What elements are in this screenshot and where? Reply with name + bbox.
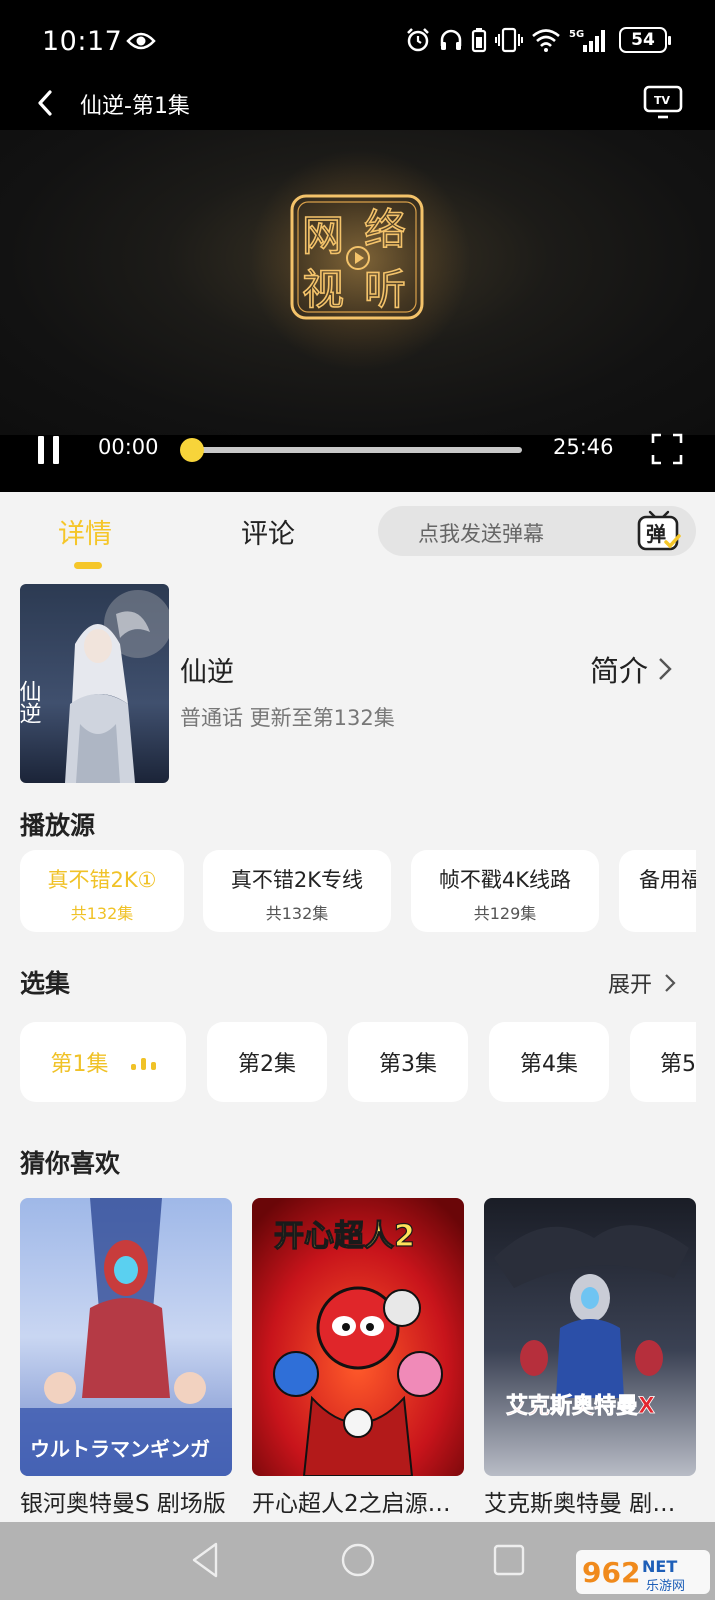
- episode-item[interactable]: 第1集: [20, 1022, 186, 1102]
- episode-item[interactable]: 第3集: [348, 1022, 468, 1102]
- system-icons: 5G 54: [405, 27, 671, 53]
- current-time: 00:00: [98, 435, 159, 459]
- detail-tabs: 详情 评论 点我发送弹幕 弹: [0, 492, 715, 570]
- poster-title-text: 仙逆: [20, 680, 42, 724]
- source-count: 共132集: [265, 904, 329, 923]
- source-list: 真不错2K① 共132集 真不错2K专线 共132集 帧不戳4K线路 共129集…: [20, 850, 696, 932]
- chevron-right-icon: [665, 974, 676, 992]
- headphones-icon: [440, 29, 462, 50]
- logo-char-1: 网: [302, 211, 344, 260]
- recommend-title-text: 银河奥特曼S 剧场版: [20, 1491, 226, 1517]
- watermark-sub: 乐游网: [646, 1579, 685, 1594]
- logo-char-3: 视: [302, 265, 344, 314]
- show-poster[interactable]: 仙逆: [20, 584, 169, 783]
- tab-details[interactable]: 详情: [58, 512, 112, 551]
- episode-label: 第2集: [238, 1052, 296, 1077]
- recommend-poster[interactable]: ウルトラマンギンガ: [20, 1198, 232, 1476]
- tab-comments[interactable]: 评论: [241, 512, 295, 551]
- video-title: 仙逆-第1集: [80, 94, 190, 119]
- episode-label: 第5集: [660, 1052, 696, 1077]
- source-count: 共132集: [70, 904, 134, 923]
- expand-label: 展开: [608, 973, 653, 998]
- battery-saver-icon: [471, 28, 487, 53]
- source-item[interactable]: 真不错2K① 共132集: [20, 850, 184, 932]
- alarm-icon: [407, 28, 429, 52]
- chevron-right-icon: [659, 658, 672, 680]
- watermark-domain: NET: [642, 1557, 677, 1576]
- source-count: 共129集: [473, 904, 537, 923]
- episode-item[interactable]: 第4集: [489, 1022, 609, 1102]
- source-count: 共: [639, 900, 696, 924]
- recommend-item[interactable]: 开心超人2 开心超人2之启源星之战: [252, 1198, 464, 1518]
- fullscreen-icon[interactable]: [651, 433, 683, 465]
- vibrate-icon: [495, 27, 523, 53]
- poster-caption: 艾克斯奥特曼X: [506, 1393, 655, 1419]
- battery-level: 54: [631, 30, 655, 50]
- source-item[interactable]: 备用福 共: [619, 850, 696, 932]
- progress-bar[interactable]: [180, 438, 522, 462]
- logo-char-2: 络: [364, 205, 406, 254]
- show-title: 仙逆: [180, 657, 234, 688]
- source-name: 真不错2K①: [47, 868, 157, 892]
- nav-home-icon[interactable]: [340, 1542, 376, 1578]
- episode-label: 第1集: [50, 1052, 109, 1077]
- episode-list: 第1集 第2集 第3集 第4集 第5集: [20, 1022, 696, 1102]
- source-name: 真不错2K专线: [230, 868, 364, 892]
- nav-back-icon[interactable]: [190, 1542, 220, 1578]
- broadcast-logo-icon: 网 络 视 听: [290, 194, 424, 320]
- watermark-number: 962: [582, 1556, 640, 1589]
- pause-icon[interactable]: [36, 435, 62, 465]
- recommend-poster[interactable]: 开心超人2: [252, 1198, 464, 1476]
- video-header: 仙逆-第1集 TV: [0, 80, 715, 130]
- danmu-icon-text: 弹: [646, 522, 666, 546]
- episode-label: 第4集: [520, 1052, 578, 1077]
- signal-5g-icon: 5G: [569, 29, 605, 52]
- svg-text:TV: TV: [654, 94, 671, 107]
- recommend-item[interactable]: 艾克斯奥特曼X 艾克斯奥特曼 剧场版: [484, 1198, 696, 1518]
- recommend-title: 猜你喜欢: [20, 1149, 121, 1178]
- recommend-title-text: 开心超人2之启源星之战: [252, 1491, 464, 1517]
- recommend-item[interactable]: ウルトラマンギンガ 银河奥特曼S 剧场版: [20, 1198, 232, 1518]
- svg-text:5G: 5G: [569, 29, 584, 40]
- now-playing-icon: [130, 1054, 156, 1070]
- video-player[interactable]: 网 络 视 听: [0, 130, 715, 435]
- source-item[interactable]: 帧不戳4K线路 共129集: [411, 850, 599, 932]
- nav-recent-icon[interactable]: [493, 1544, 525, 1576]
- danmu-input[interactable]: 点我发送弹幕 弹: [378, 506, 696, 556]
- wifi-icon: [532, 29, 560, 52]
- episodes-title: 选集: [20, 969, 71, 998]
- status-time: 10:17: [42, 26, 123, 57]
- show-meta: 普通话 更新至第132集: [180, 706, 395, 730]
- cast-tv-icon[interactable]: TV: [643, 84, 683, 120]
- source-item[interactable]: 真不错2K专线 共132集: [203, 850, 391, 932]
- back-arrow-icon[interactable]: [30, 86, 64, 120]
- expand-button[interactable]: 展开: [608, 967, 676, 999]
- danmu-placeholder: 点我发送弹幕: [418, 522, 544, 546]
- recommend-title-text: 艾克斯奥特曼 剧场版: [484, 1491, 696, 1517]
- episode-item[interactable]: 第2集: [207, 1022, 327, 1102]
- logo-char-4: 听: [364, 265, 406, 314]
- poster-caption: ウルトラマンギンガ: [30, 1437, 210, 1461]
- site-watermark-logo: 962 NET 乐游网: [576, 1550, 710, 1594]
- status-bar: 10:17 5G 54: [0, 0, 715, 80]
- source-name: 备用福: [639, 868, 696, 892]
- source-name: 帧不戳4K线路: [438, 868, 572, 892]
- intro-label: 简介: [590, 654, 649, 688]
- progress-thumb[interactable]: [180, 438, 204, 462]
- recommend-poster[interactable]: 艾克斯奥特曼X: [484, 1198, 696, 1476]
- tab-active-indicator: [74, 562, 102, 569]
- player-controls: 00:00 25:46: [0, 433, 715, 492]
- sources-title: 播放源: [20, 811, 96, 840]
- intro-button[interactable]: 简介: [590, 648, 672, 690]
- episode-item[interactable]: 第5集: [630, 1022, 696, 1102]
- eye-icon: [126, 32, 156, 50]
- poster-caption: 开心超人2: [274, 1219, 415, 1254]
- total-time: 25:46: [553, 435, 614, 459]
- battery-indicator: 54: [619, 27, 671, 53]
- episode-label: 第3集: [379, 1052, 437, 1077]
- danmu-icon[interactable]: 弹: [636, 508, 682, 554]
